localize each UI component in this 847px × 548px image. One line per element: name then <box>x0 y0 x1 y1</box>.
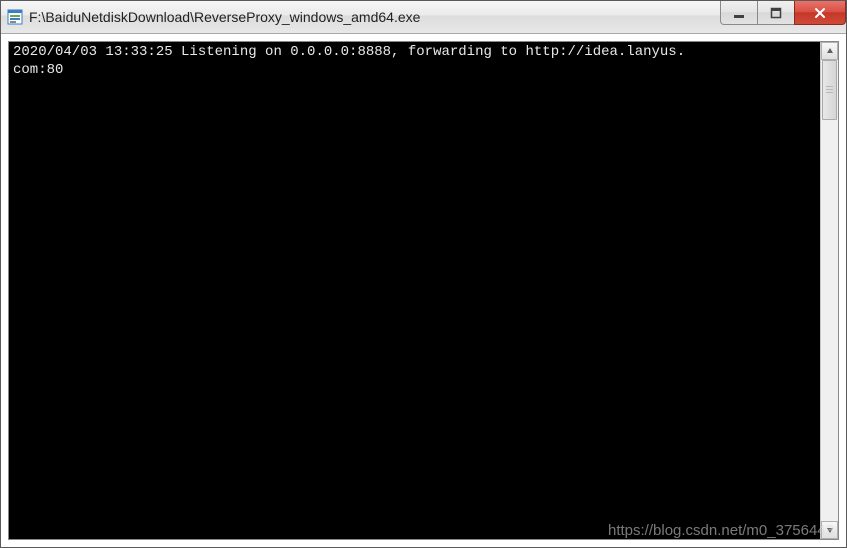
console-wrap: 2020/04/03 13:33:25 Listening on 0.0.0.0… <box>8 41 839 540</box>
scroll-down-button[interactable] <box>821 521 838 539</box>
minimize-button[interactable] <box>720 1 758 25</box>
window-controls <box>721 1 846 33</box>
close-button[interactable] <box>794 1 846 25</box>
console-line: com:80 <box>13 62 63 78</box>
console-line: 2020/04/03 13:33:25 Listening on 0.0.0.0… <box>13 44 685 60</box>
scroll-up-button[interactable] <box>821 42 838 60</box>
app-icon <box>7 9 23 25</box>
vertical-scrollbar[interactable] <box>820 42 838 539</box>
client-area: 2020/04/03 13:33:25 Listening on 0.0.0.0… <box>1 34 846 547</box>
scroll-thumb[interactable] <box>822 60 837 120</box>
maximize-button[interactable] <box>757 1 795 25</box>
title-bar[interactable]: F:\BaiduNetdiskDownload\ReverseProxy_win… <box>1 1 846 34</box>
app-window: F:\BaiduNetdiskDownload\ReverseProxy_win… <box>0 0 847 548</box>
console-output: 2020/04/03 13:33:25 Listening on 0.0.0.0… <box>9 42 820 539</box>
scroll-track[interactable] <box>821 60 838 521</box>
